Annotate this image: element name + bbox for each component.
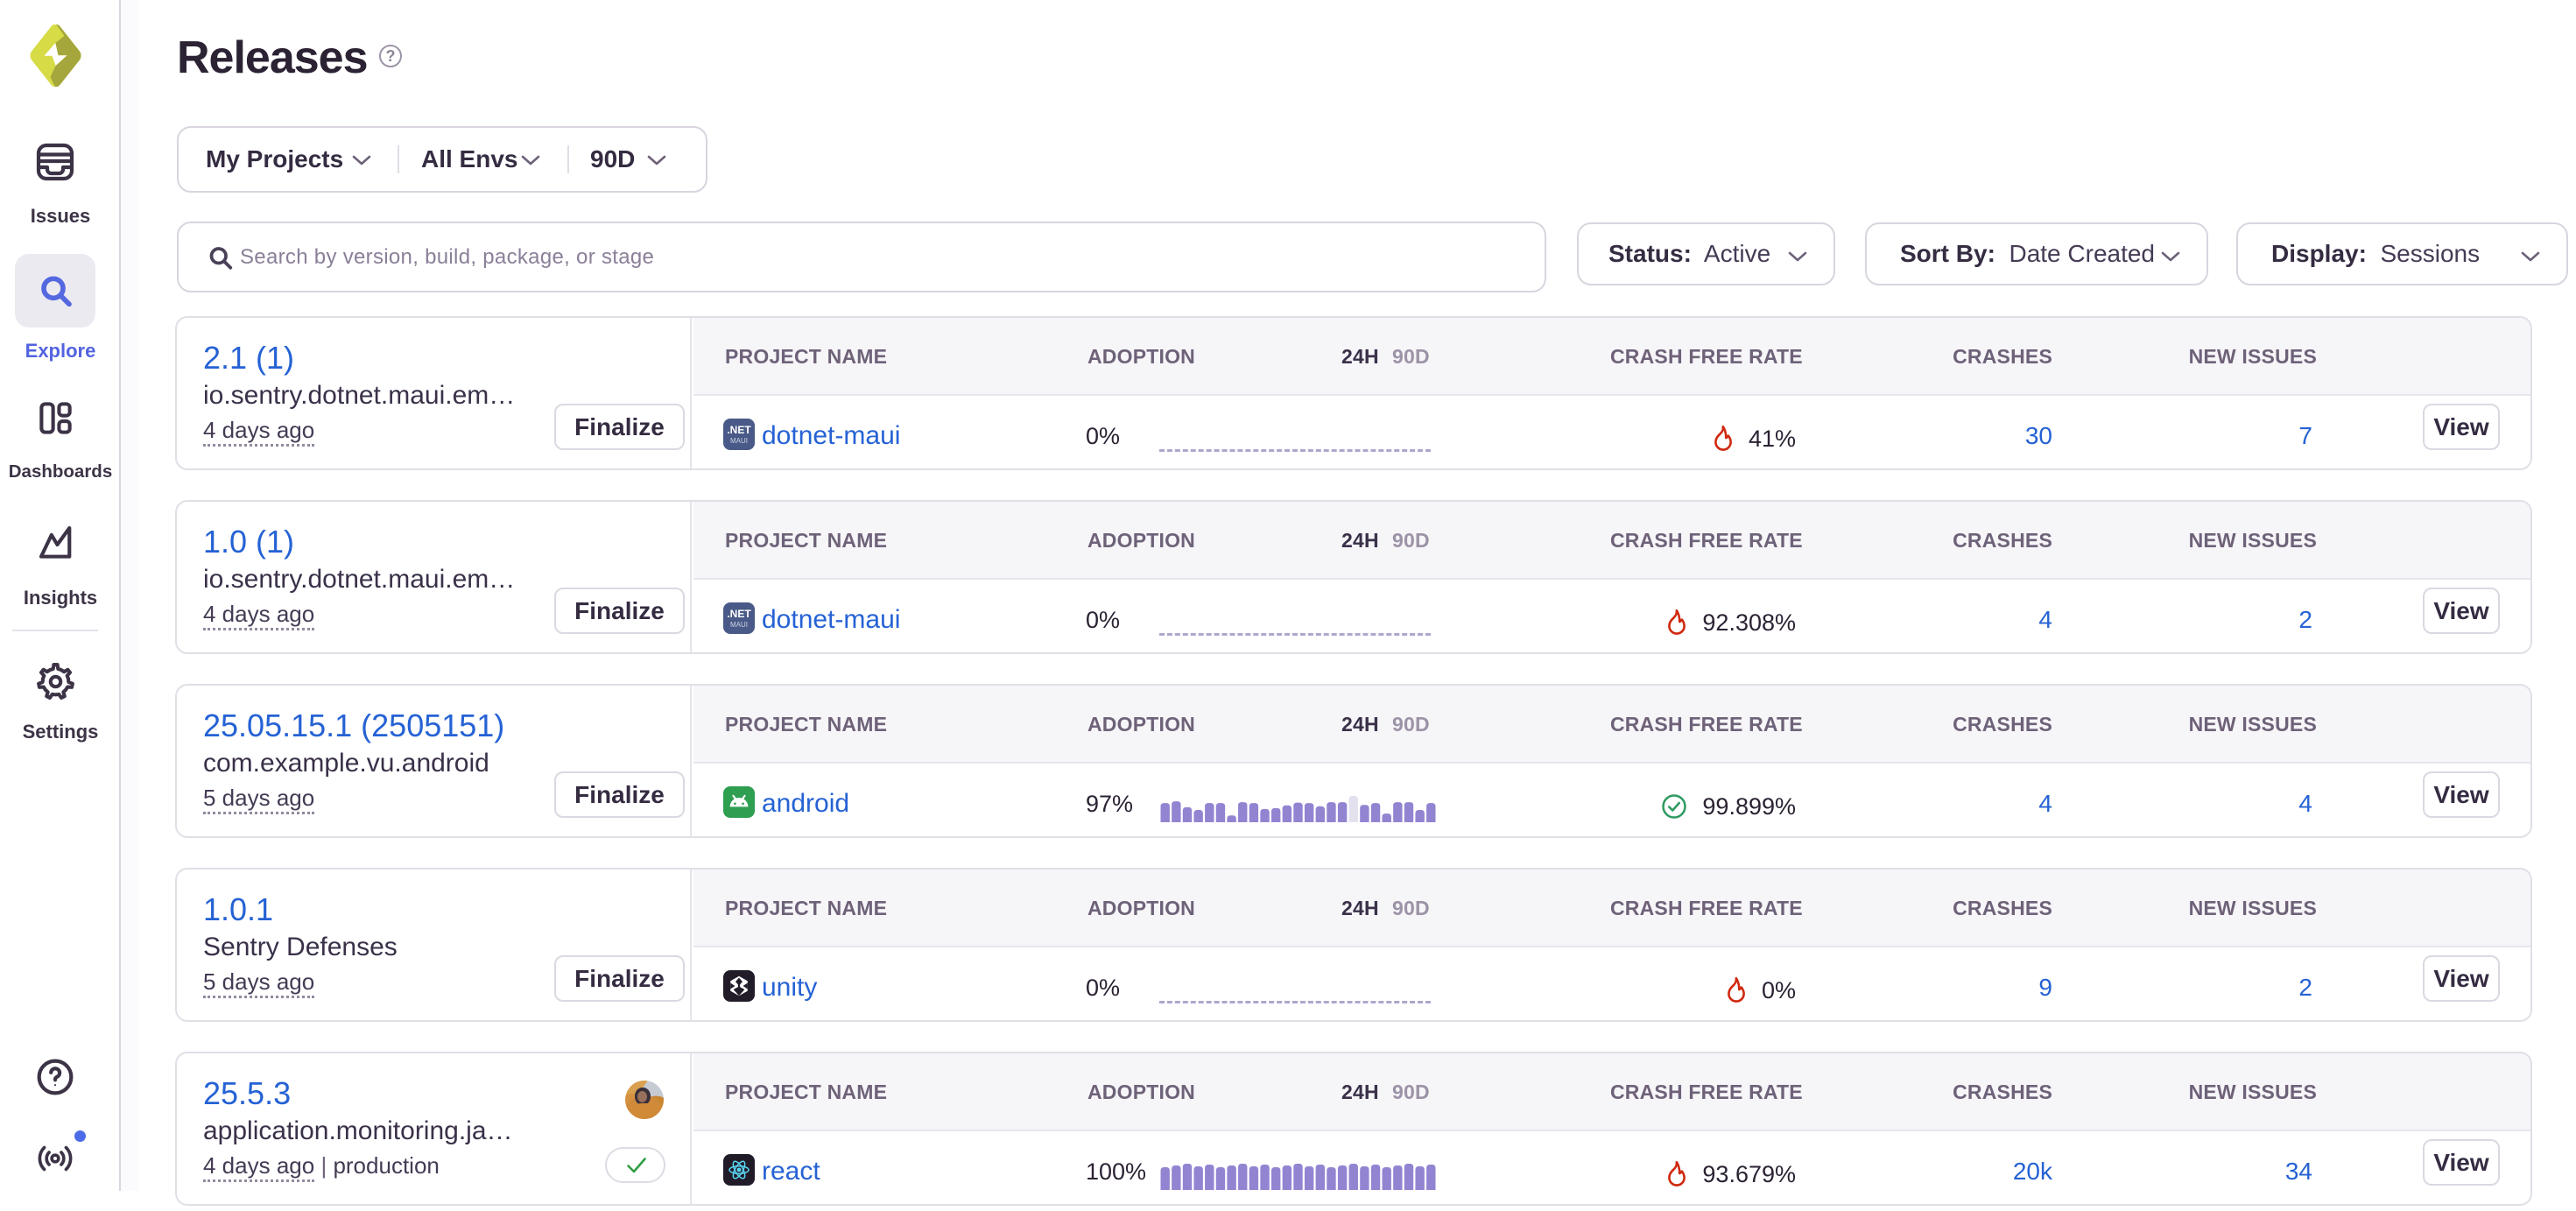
svg-text:MAUI: MAUI bbox=[730, 437, 748, 445]
svg-text:.NET: .NET bbox=[727, 424, 751, 436]
svg-text:.NET: .NET bbox=[727, 608, 751, 620]
svg-text:MAUI: MAUI bbox=[730, 621, 748, 629]
